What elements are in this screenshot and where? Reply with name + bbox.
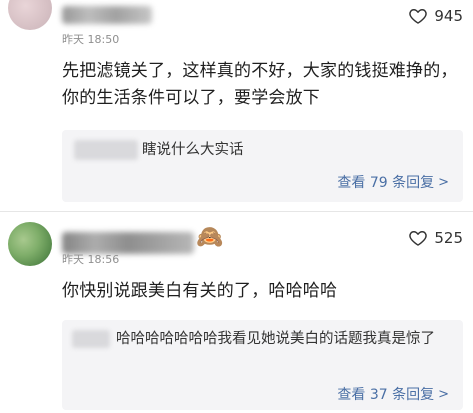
comment-time: 昨天 18:50 xyxy=(62,33,120,46)
comment-text: 你快别说跟美白有关的了，哈哈哈哈 xyxy=(62,281,338,301)
comment-item: 昨天 18:50 945 先把滤镜关了，这样真的不好，大家的钱挺难挣的，你的生活… xyxy=(0,0,473,212)
view-replies-label: 查看 79 条回复 xyxy=(337,175,435,191)
view-replies-link[interactable]: 查看 79 条回复 > xyxy=(337,172,449,192)
reply-username-blurred xyxy=(74,140,138,160)
reply-text: 瞎说什么大实话 xyxy=(142,142,244,158)
comment-time: 昨天 18:56 xyxy=(62,253,120,266)
chevron-right-icon: > xyxy=(438,386,449,402)
like-button[interactable]: 525 xyxy=(408,228,463,248)
monkey-emoji-badge: 🙈 xyxy=(196,225,224,250)
heart-outline-icon xyxy=(409,231,428,246)
view-replies-link[interactable]: 查看 37 条回复 > xyxy=(337,384,449,404)
comment-item: 🙈 昨天 18:56 525 你快别说跟美白有关的了，哈哈哈哈 哈哈哈哈哈哈哈我… xyxy=(0,212,473,413)
reply-preview[interactable]: 哈哈哈哈哈哈哈我看见她说美白的话题我真是惊了 查看 37 条回复 > xyxy=(62,320,463,410)
reply-text: 哈哈哈哈哈哈哈我看见她说美白的话题我真是惊了 xyxy=(116,331,435,347)
like-count: 945 xyxy=(434,7,463,25)
heart-outline-icon xyxy=(409,9,428,24)
like-count: 525 xyxy=(434,229,463,247)
like-button[interactable]: 945 xyxy=(408,6,463,26)
reply-preview[interactable]: 瞎说什么大实话 查看 79 条回复 > xyxy=(62,130,463,202)
username-blurred[interactable] xyxy=(62,6,152,24)
reply-username-blurred xyxy=(72,330,110,348)
chevron-right-icon: > xyxy=(438,174,449,190)
avatar[interactable] xyxy=(8,0,52,30)
comment-text: 先把滤镜关了，这样真的不好，大家的钱挺难挣的，你的生活条件可以了，要学会放下 xyxy=(62,61,458,108)
view-replies-label: 查看 37 条回复 xyxy=(337,387,435,403)
avatar[interactable] xyxy=(8,222,52,266)
